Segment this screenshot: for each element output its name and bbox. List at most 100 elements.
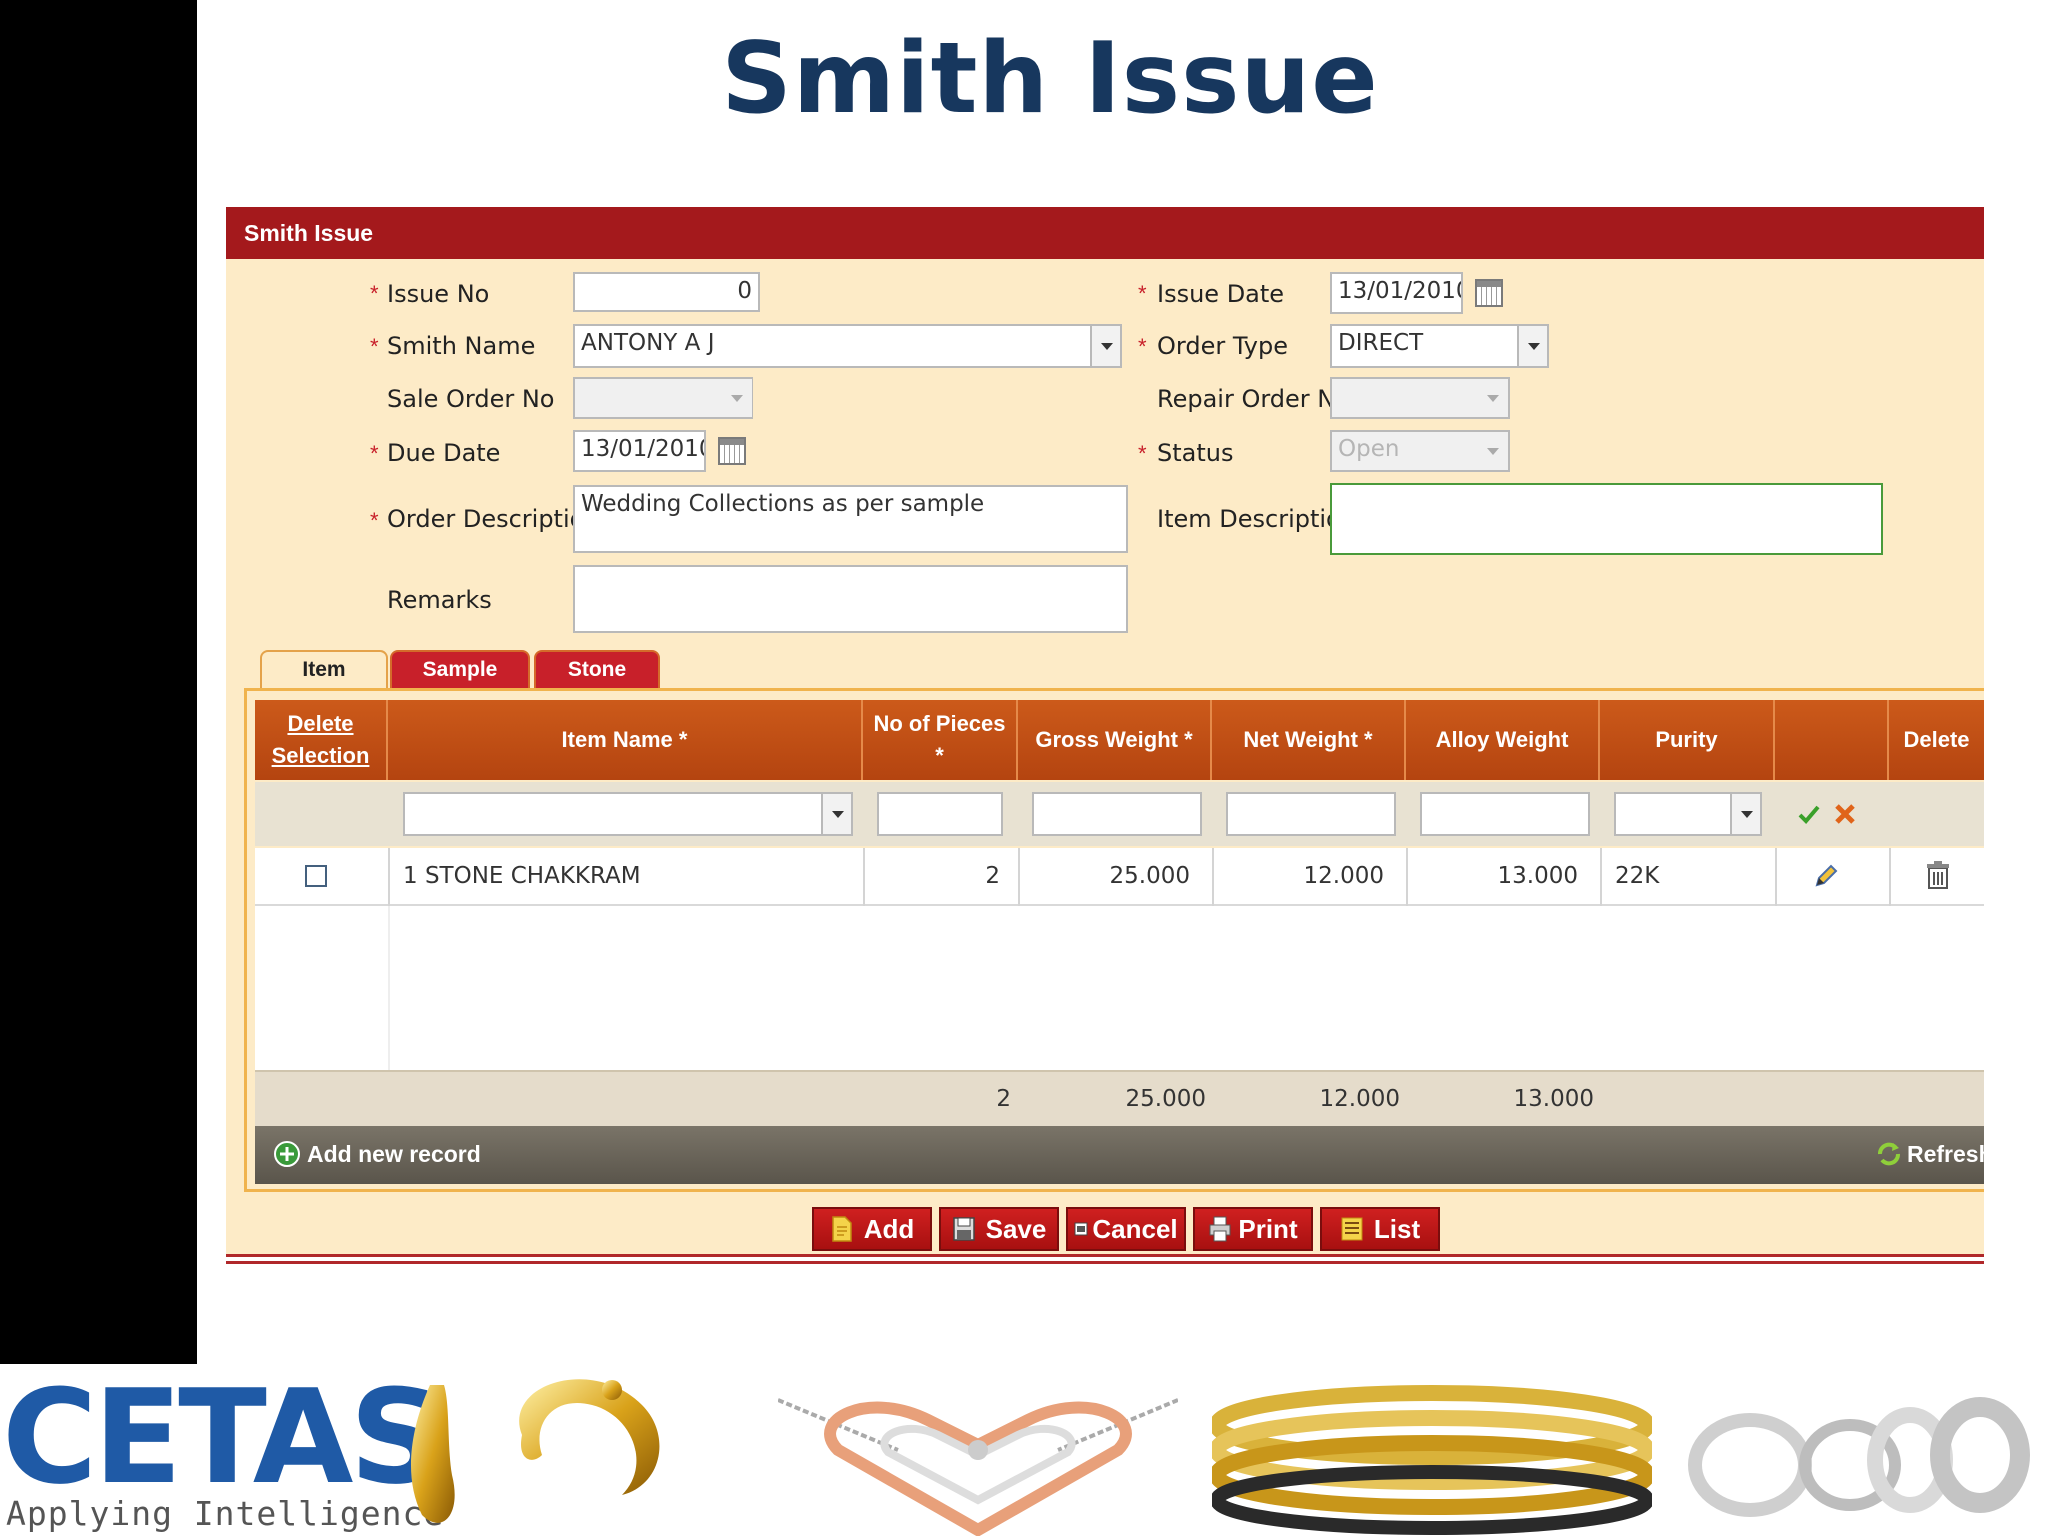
refresh-button[interactable]: Refresh (1875, 1140, 1993, 1168)
status-label: Status (1157, 439, 1234, 467)
required-mark: * (1138, 334, 1147, 359)
gross-weight-input[interactable] (1032, 792, 1202, 836)
insert-row (255, 782, 1984, 846)
column-divider (1889, 848, 1891, 906)
issue-no-input[interactable]: 0 (573, 272, 760, 312)
column-header-delete[interactable]: Delete (1889, 700, 1984, 780)
rings-image (1688, 1397, 2030, 1517)
issue-date-label: Issue Date (1157, 280, 1285, 308)
chevron-down-icon[interactable] (1517, 326, 1547, 366)
required-mark: * (1138, 281, 1147, 306)
cetas-logo: CETAS (2, 1361, 443, 1513)
plus-icon (274, 1141, 300, 1167)
refresh-label: Refresh (1907, 1140, 1993, 1167)
order-description-input[interactable]: Wedding Collections as per sample (573, 485, 1128, 553)
grid-empty-area (255, 906, 1984, 1070)
net-weight-input[interactable] (1226, 792, 1396, 836)
check-icon[interactable] (1797, 802, 1821, 826)
chevron-down-icon[interactable] (1090, 326, 1120, 366)
smith-name-label: Smith Name (387, 332, 536, 360)
repair-order-no-label: Repair Order No (1157, 385, 1350, 413)
refresh-icon (1878, 1142, 1900, 1166)
left-black-bar (0, 0, 197, 1364)
column-header-purity[interactable]: Purity (1600, 700, 1775, 780)
floppy-icon (952, 1217, 975, 1241)
issue-no-label: Issue No (387, 280, 490, 308)
total-net-weight: 12.000 (1319, 1086, 1400, 1112)
alloy-weight-input[interactable] (1420, 792, 1590, 836)
heart-pendant-image (778, 1398, 1178, 1536)
cell-pieces: 2 (985, 863, 1000, 889)
required-mark: * (370, 508, 379, 533)
due-date-input[interactable]: 13/01/2010 (573, 430, 706, 472)
column-header-actions (1775, 700, 1889, 780)
header-text: * (935, 743, 944, 768)
list-button[interactable]: List (1320, 1207, 1440, 1251)
cell-gross-weight: 25.000 (1109, 863, 1190, 889)
close-icon[interactable] (1833, 802, 1857, 826)
save-button[interactable]: Save (939, 1207, 1059, 1251)
logo-tagline: Applying Intelligence (6, 1494, 445, 1533)
calendar-icon[interactable] (718, 437, 746, 465)
chevron-down-icon[interactable] (722, 379, 752, 417)
print-button-label: Print (1238, 1213, 1298, 1244)
header-text: Selection (271, 743, 370, 768)
trash-icon[interactable] (1925, 860, 1951, 890)
chevron-down-icon[interactable] (821, 794, 851, 834)
column-header-delete-selection[interactable]: Delete Selection (255, 700, 388, 780)
printer-icon (1209, 1216, 1231, 1242)
panel-bottom-divider (226, 1254, 1984, 1264)
tab-item[interactable]: Item (260, 650, 388, 688)
row-select-checkbox[interactable] (305, 865, 327, 887)
add-button[interactable]: Add (812, 1207, 932, 1251)
cell-alloy-weight: 13.000 (1497, 863, 1578, 889)
cancel-icon (1074, 1222, 1088, 1236)
column-divider (388, 848, 390, 906)
column-header-alloy-weight[interactable]: Alloy Weight (1406, 700, 1600, 780)
required-mark: * (370, 281, 379, 306)
chevron-down-icon[interactable] (1730, 794, 1760, 834)
pieces-input[interactable] (877, 792, 1003, 836)
issue-date-input[interactable]: 13/01/2010 (1330, 272, 1463, 314)
header-text: Delete (287, 711, 354, 736)
save-button-label: Save (985, 1213, 1047, 1244)
total-alloy-weight: 13.000 (1513, 1086, 1594, 1112)
column-header-net-weight[interactable]: Net Weight * (1212, 700, 1406, 780)
totals-row: 2 25.000 12.000 13.000 (255, 1070, 1984, 1126)
remarks-label: Remarks (387, 586, 492, 614)
table-row: 1 STONE CHAKKRAM 2 25.000 12.000 13.000 … (255, 848, 1984, 906)
chevron-down-icon[interactable] (1478, 432, 1508, 470)
cell-item-name: 1 STONE CHAKKRAM (403, 863, 641, 889)
sale-order-no-label: Sale Order No (387, 385, 555, 413)
order-type-value: DIRECT (1338, 330, 1424, 356)
item-description-label: Item Description (1157, 505, 1356, 533)
add-new-record-button[interactable]: Add new record (273, 1140, 481, 1168)
print-button[interactable]: Print (1193, 1207, 1313, 1251)
column-header-gross-weight[interactable]: Gross Weight * (1018, 700, 1212, 780)
panel-title: Smith Issue (226, 207, 1984, 259)
column-divider (1600, 848, 1602, 906)
calendar-icon[interactable] (1475, 279, 1503, 307)
item-description-input[interactable] (1330, 483, 1883, 555)
order-description-label: Order Description (387, 505, 600, 533)
tab-sample[interactable]: Sample (390, 650, 530, 688)
column-divider (388, 906, 390, 1070)
grid-command-bar: Add new record Refresh (255, 1126, 1993, 1184)
document-icon (831, 1216, 852, 1242)
order-type-label: Order Type (1157, 332, 1288, 360)
due-date-label: Due Date (387, 439, 501, 467)
smith-name-value: ANTONY A J (581, 330, 715, 356)
chevron-down-icon[interactable] (1478, 379, 1508, 417)
smith-name-select[interactable]: ANTONY A J (573, 324, 1122, 368)
tab-stone[interactable]: Stone (534, 650, 660, 688)
bangles-image (1212, 1385, 1652, 1535)
required-mark: * (370, 441, 379, 466)
remarks-input[interactable] (573, 565, 1128, 633)
cancel-button[interactable]: Cancel (1066, 1207, 1186, 1251)
item-name-select[interactable] (403, 792, 853, 836)
total-gross-weight: 25.000 (1125, 1086, 1206, 1112)
earring-image (410, 1379, 660, 1523)
column-header-item-name[interactable]: Item Name * (388, 700, 863, 780)
column-header-no-of-pieces[interactable]: No of Pieces * (863, 700, 1018, 780)
pencil-icon[interactable] (1812, 862, 1840, 890)
